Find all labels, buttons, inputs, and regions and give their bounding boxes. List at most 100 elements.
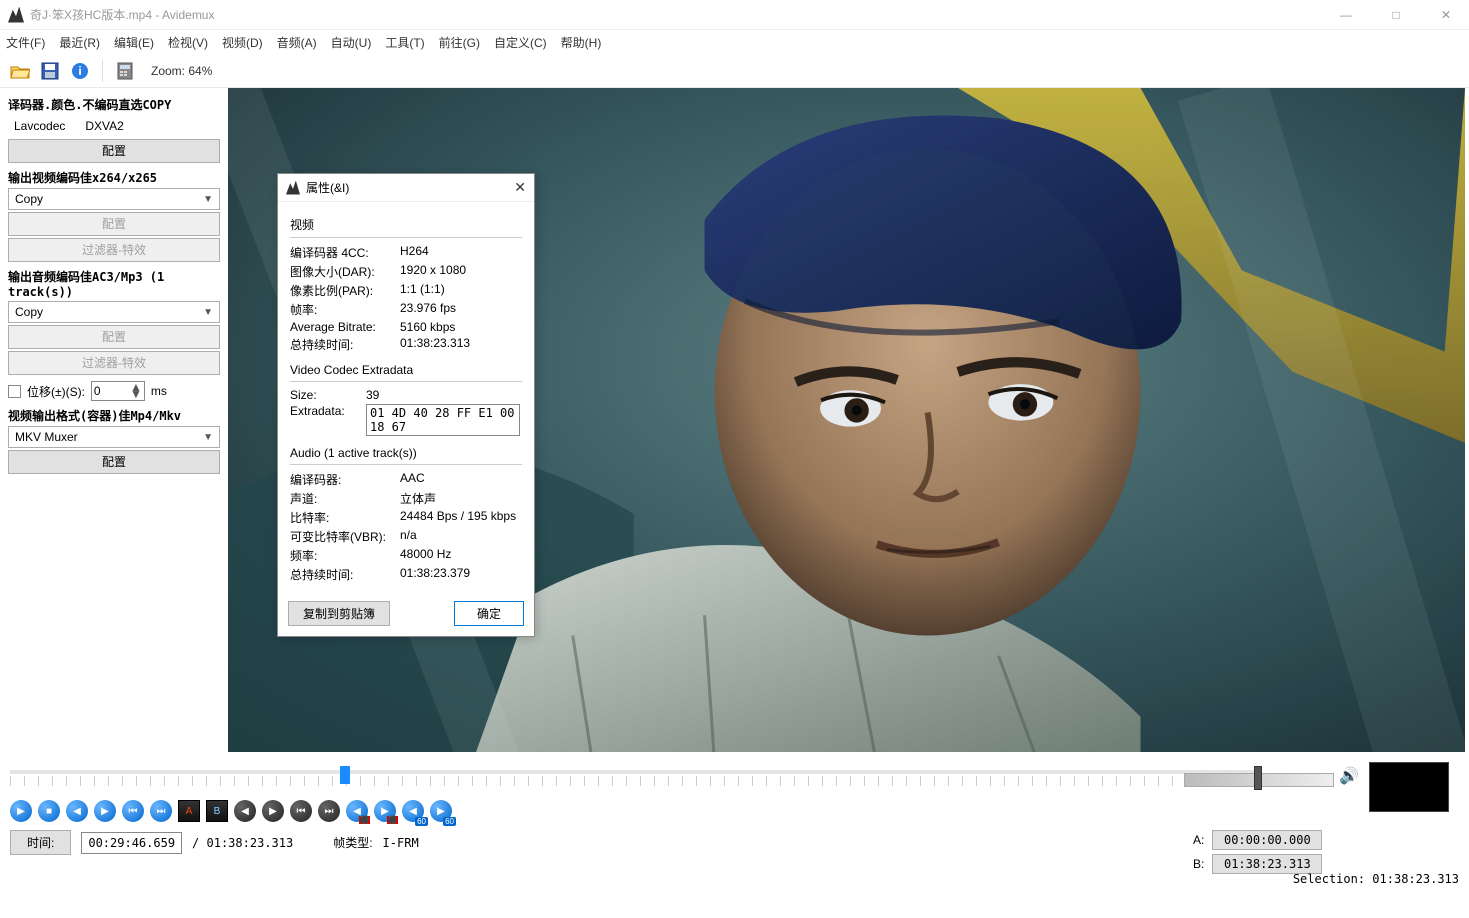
exsize-value: 39 [366,388,379,402]
stop-button[interactable]: ■ [38,800,60,822]
transport-controls: ▶ ■ ◀ ▶ ⏮ ⏭ A B ◀ ▶ ⏮ ⏭ ◀⬛ ▶⬛ ◀60 ▶60 [10,800,1459,822]
close-button[interactable]: ✕ [1431,8,1461,22]
audio-out-section-title: 输出音频编码佳AC3/Mp3 (1 track(s)) [8,268,220,299]
timeline-track[interactable] [10,770,1259,774]
next-cut-button[interactable]: ▶ [262,800,284,822]
menu-help[interactable]: 帮助(H) [561,34,602,51]
vduration-value: 01:38:23.313 [400,336,470,353]
timeline-handle[interactable] [340,766,350,784]
audio-config-button[interactable]: 配置 [8,325,220,349]
menu-auto[interactable]: 自动(U) [331,34,372,51]
next-frame-button[interactable]: ▶ [94,800,116,822]
calculator-button[interactable] [113,59,137,83]
channels-key: 声道: [290,490,400,507]
copy-to-clipboard-button[interactable]: 复制到剪贴簿 [288,601,390,626]
properties-dialog: 属性(&I) ✕ 视频 编译码器 4CC:H264 图像大小(DAR):1920… [277,173,535,637]
aduration-key: 总持续时间: [290,566,400,583]
abitrate-key: 比特率: [290,509,400,526]
chevron-down-icon: ▼ [203,194,213,205]
freq-key: 频率: [290,547,400,564]
open-button[interactable] [8,59,32,83]
channels-value: 立体声 [400,490,436,507]
goto-end-button[interactable]: ⏭ [318,800,340,822]
dialog-close-button[interactable]: ✕ [514,179,526,196]
freq-value: 48000 Hz [400,547,451,564]
dialog-titlebar[interactable]: 属性(&I) ✕ [278,174,534,202]
svg-text:i: i [78,64,81,78]
save-button[interactable] [38,59,62,83]
time-label-button[interactable]: 时间: [10,830,71,855]
maximize-button[interactable]: □ [1381,8,1411,22]
abitrate-value: 24484 Bps / 195 kbps [400,509,516,526]
ok-button[interactable]: 确定 [454,601,524,626]
marker-a-value[interactable]: 00:00:00.000 [1212,830,1322,850]
bottom-panel: 🔊 ▶ ■ ◀ ▶ ⏮ ⏭ A B ◀ ▶ ⏮ ⏭ ◀⬛ ▶⬛ ◀60 ▶60 … [0,756,1469,861]
video-config-button[interactable]: 配置 [8,212,220,236]
prev-cut-button[interactable]: ◀ [234,800,256,822]
shift-label: 位移(±)(S): [27,383,85,400]
next-keyframe-button[interactable]: ⏭ [150,800,172,822]
speaker-icon[interactable]: 🔊 [1339,766,1359,786]
minimize-button[interactable]: — [1331,8,1361,22]
menu-custom[interactable]: 自定义(C) [494,34,547,51]
menu-video[interactable]: 视频(D) [222,34,263,51]
current-time-input[interactable]: 00:29:46.659 [81,832,182,854]
window-titlebar: 奇J·笨X孩HC版本.mp4 - Avidemux — □ ✕ [0,0,1469,30]
menu-audio[interactable]: 音频(A) [277,34,317,51]
avgbitrate-value: 5160 kbps [400,320,455,334]
selection-duration: Selection: 01:38:23.313 [1293,872,1459,886]
volume-slider[interactable] [1184,766,1334,784]
marker-b-label: B: [1193,857,1204,871]
next-black-button[interactable]: ▶⬛ [374,800,396,822]
frame-type-label: 帧类型: [333,834,372,851]
extradata-input[interactable]: 01 4D 40 28 FF E1 00 18 67 [366,404,520,436]
prev-keyframe-button[interactable]: ⏮ [122,800,144,822]
volume-handle[interactable] [1254,766,1262,790]
vbr-value: n/a [400,528,417,545]
goto-start-button[interactable]: ⏮ [290,800,312,822]
set-marker-b-button[interactable]: B [206,800,228,822]
audio-filter-button[interactable]: 过滤器-特效 [8,351,220,375]
video-codec-select[interactable]: Copy▼ [8,188,220,210]
play-button[interactable]: ▶ [10,800,32,822]
menu-goto[interactable]: 前往(G) [439,34,480,51]
fwd-1min-button[interactable]: ▶60 [430,800,452,822]
avgbitrate-key: Average Bitrate: [290,320,400,334]
imgsize-key: 图像大小(DAR): [290,263,400,280]
fourcc-value: H264 [400,244,429,261]
menu-view[interactable]: 检视(V) [168,34,208,51]
marker-a-label: A: [1193,833,1204,847]
sidebar: 译码器.颜色.不编码直选COPY LavcodecDXVA2 配置 输出视频编码… [0,88,228,756]
ab-markers-panel: A: 00:00:00.000 B: 01:38:23.313 [1193,830,1333,878]
marker-b-value[interactable]: 01:38:23.313 [1212,854,1322,874]
prev-black-button[interactable]: ◀⬛ [346,800,368,822]
exsize-key: Size: [290,388,366,402]
prev-frame-button[interactable]: ◀ [66,800,88,822]
container-select[interactable]: MKV Muxer▼ [8,426,220,448]
container-config-button[interactable]: 配置 [8,450,220,474]
extradata-group-label: Video Codec Extradata [290,363,522,377]
shift-unit: ms [151,384,167,398]
dialog-title: 属性(&I) [306,179,349,196]
menu-recent[interactable]: 最近(R) [59,34,100,51]
vbr-key: 可变比特率(VBR): [290,528,400,545]
timeline[interactable]: 🔊 [10,766,1459,792]
video-group-label: 视频 [290,216,522,233]
window-title: 奇J·笨X孩HC版本.mp4 - Avidemux [30,6,214,23]
audio-codec-select[interactable]: Copy▼ [8,301,220,323]
menu-tools[interactable]: 工具(T) [385,34,424,51]
par-key: 像素比例(PAR): [290,282,400,299]
video-filter-button[interactable]: 过滤器-特效 [8,238,220,262]
set-marker-a-button[interactable]: A [178,800,200,822]
shift-checkbox[interactable] [8,385,21,398]
menu-file[interactable]: 文件(F) [6,34,45,51]
menu-bar: 文件(F) 最近(R) 编辑(E) 检视(V) 视频(D) 音频(A) 自动(U… [0,30,1469,54]
shift-spinbox[interactable]: 0▲▼ [91,381,145,401]
menu-edit[interactable]: 编辑(E) [114,34,154,51]
back-1min-button[interactable]: ◀60 [402,800,424,822]
fps-key: 帧率: [290,301,400,318]
lavcodec-label: Lavcodec [14,119,65,133]
dxva2-label: DXVA2 [85,119,123,133]
info-button[interactable]: i [68,59,92,83]
decoder-config-button[interactable]: 配置 [8,139,220,163]
